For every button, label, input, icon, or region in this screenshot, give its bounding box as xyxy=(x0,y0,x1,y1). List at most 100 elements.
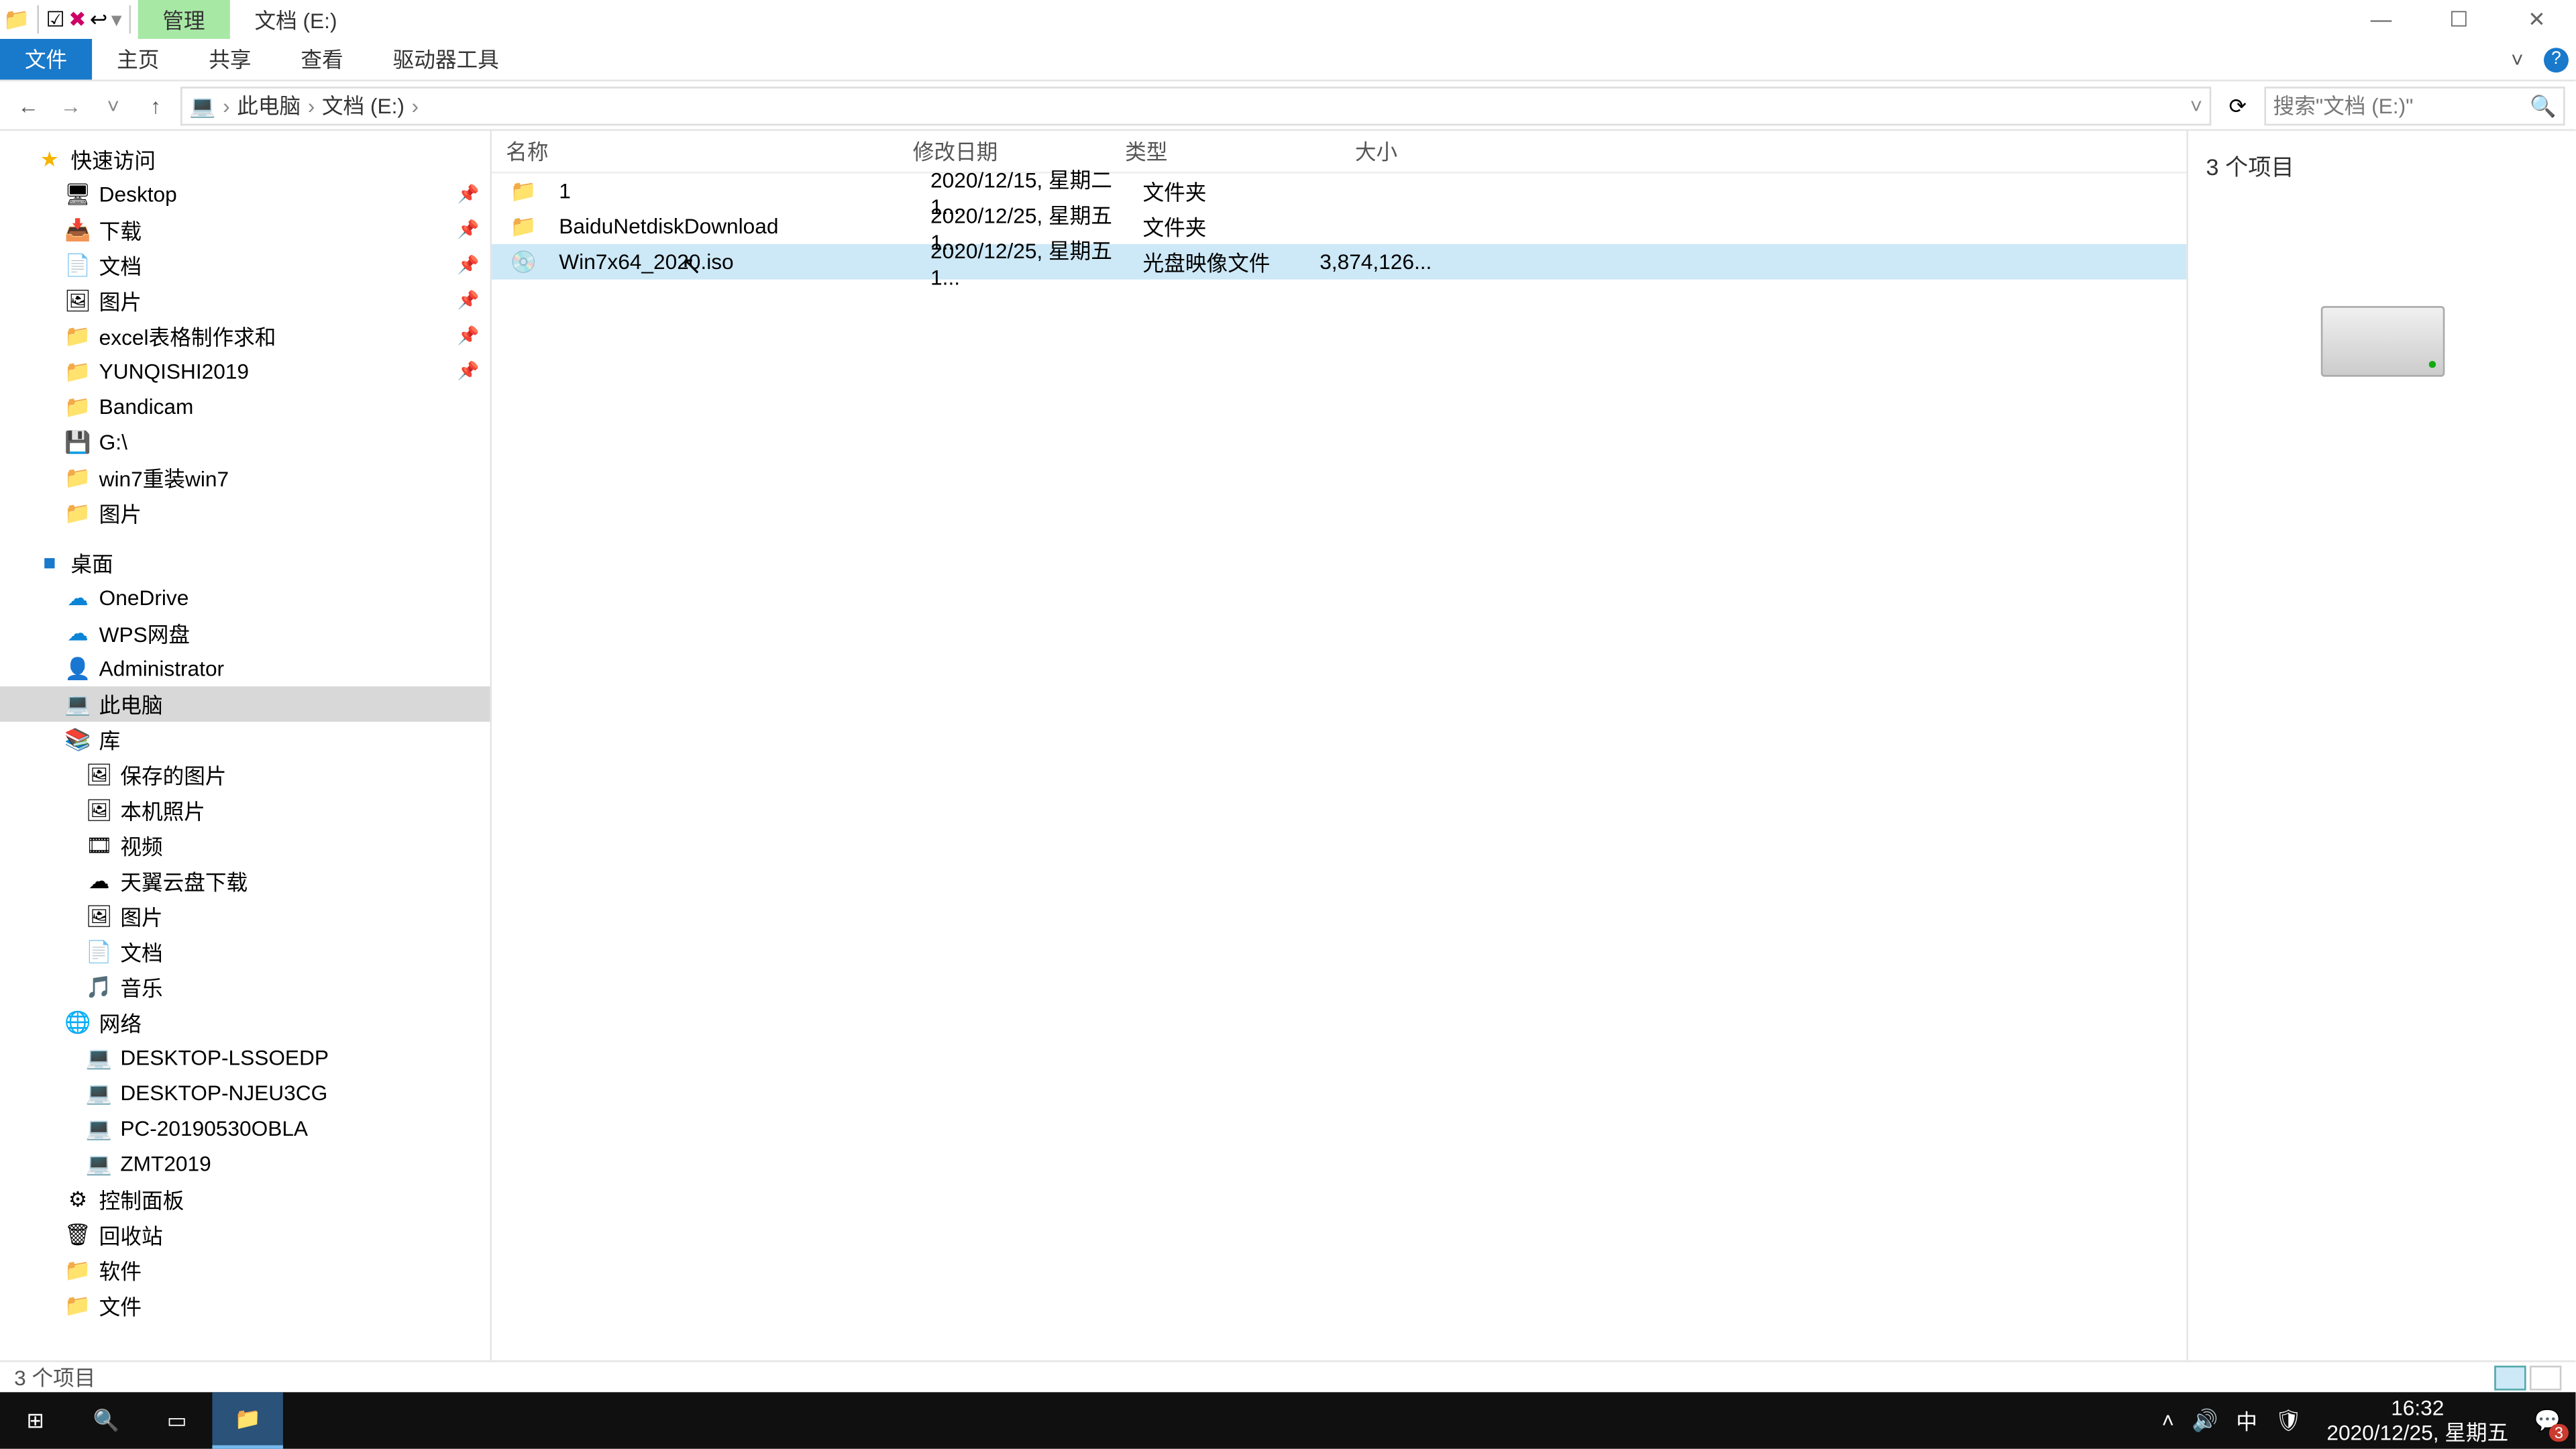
action-center-button[interactable]: 💬 3 xyxy=(2519,1392,2575,1448)
tray-ime-indicator[interactable]: 中 xyxy=(2236,1405,2257,1436)
help-icon[interactable]: ? xyxy=(2544,47,2569,72)
file-date: 2020/12/25, 星期五 1... xyxy=(916,234,1128,289)
tree-item[interactable]: 💻DESKTOP-NJEU3CG xyxy=(0,1075,490,1111)
breadcrumb[interactable]: 💻 › 此电脑 › 文档 (E:) › ˅ xyxy=(180,86,2211,125)
tree-item[interactable]: 🖼本机照片 xyxy=(0,792,490,828)
qat-undo-icon[interactable]: ↩ xyxy=(90,7,108,32)
file-row-selected[interactable]: 💿 Win7x64_2020.iso 2020/12/25, 星期五 1... … xyxy=(492,244,2186,280)
taskbar-explorer-button[interactable]: 📁 xyxy=(212,1392,282,1448)
nav-recent-chevron-icon[interactable]: ˅ xyxy=(95,93,131,117)
file-size: 3,874,126... xyxy=(1305,250,1430,274)
ribbon-tab-view[interactable]: 查看 xyxy=(276,39,368,80)
breadcrumb-pc-icon: 💻 xyxy=(189,93,215,117)
tree-quick-access[interactable]: ★ 快速访问 xyxy=(0,142,490,177)
tree-item[interactable]: ☁WPS网盘 xyxy=(0,616,490,651)
chevron-right-icon[interactable]: › xyxy=(304,93,318,117)
tree-item[interactable]: 📄文档 xyxy=(0,934,490,969)
tree-item[interactable]: 🖼图片📌 xyxy=(0,283,490,319)
tree-item[interactable]: 📁文件 xyxy=(0,1288,490,1324)
file-row[interactable]: 📁 1 2020/12/15, 星期二 1... 文件夹 xyxy=(492,173,2186,209)
column-date[interactable]: 修改日期 xyxy=(899,136,1111,166)
ribbon-tab-share[interactable]: 共享 xyxy=(184,39,276,80)
breadcrumb-segment[interactable]: 文档 (E:) xyxy=(322,90,405,120)
tree-item[interactable]: 💻DESKTOP-LSSOEDP xyxy=(0,1040,490,1076)
control-panel-icon: ⚙ xyxy=(64,1187,92,1212)
qat-customize-chevron-icon[interactable]: ▾ xyxy=(111,7,122,32)
ribbon-collapse-chevron-icon[interactable]: ˅ xyxy=(2511,47,2524,72)
file-list[interactable]: 名称 修改日期 类型 大小 📁 1 2020/12/15, 星期二 1... 文… xyxy=(492,131,2186,1360)
tree-item[interactable]: 🖼保存的图片 xyxy=(0,757,490,793)
minimize-button[interactable]: — xyxy=(2342,0,2420,39)
folder-icon: 📁 xyxy=(64,324,92,349)
task-view-button[interactable]: ▭ xyxy=(142,1392,212,1448)
column-size[interactable]: 大小 xyxy=(1288,136,1412,166)
desktop-icon: ■ xyxy=(36,550,64,575)
tree-item[interactable]: ⚙控制面板 xyxy=(0,1182,490,1218)
tree-item[interactable]: 🖼图片 xyxy=(0,899,490,934)
nav-up-button[interactable]: ↑ xyxy=(138,93,174,117)
qat-new-folder-icon[interactable]: ✖ xyxy=(68,7,87,32)
clock-time: 16:32 xyxy=(2326,1396,2508,1421)
navigation-tree[interactable]: ★ 快速访问 🖥Desktop📌 📥下载📌 📄文档📌 🖼图片📌 📁excel表格… xyxy=(0,131,492,1360)
tree-item[interactable]: 🎞视频 xyxy=(0,828,490,863)
qat-properties-icon[interactable]: ☑ xyxy=(46,7,64,32)
tree-label: 文档 xyxy=(120,936,162,967)
tree-item-network[interactable]: 🌐网络 xyxy=(0,1005,490,1040)
search-icon: 🔍 xyxy=(2530,93,2556,117)
tree-desktop-root[interactable]: ■ 桌面 xyxy=(0,545,490,580)
pin-icon: 📌 xyxy=(458,327,480,346)
tree-item[interactable]: 📁win7重装win7 xyxy=(0,460,490,496)
tray-volume-icon[interactable]: 🔊 xyxy=(2192,1408,2218,1433)
tree-item[interactable]: 📁图片 xyxy=(0,495,490,531)
tree-item[interactable]: 📁Bandicam xyxy=(0,389,490,425)
ribbon-tab-home[interactable]: 主页 xyxy=(92,39,184,80)
tree-item[interactable]: 📄文档📌 xyxy=(0,248,490,283)
desktop-icon: 🖥 xyxy=(64,182,92,207)
taskbar: ⊞ 🔍 ▭ 📁 ˄ 🔊 中 🛡 16:32 2020/12/25, 星期五 💬 … xyxy=(0,1392,2575,1448)
refresh-button[interactable]: ⟳ xyxy=(2218,93,2257,117)
breadcrumb-segment[interactable]: 此电脑 xyxy=(237,90,301,120)
ribbon-tab-file[interactable]: 文件 xyxy=(0,39,92,80)
downloads-icon: 📥 xyxy=(64,217,92,242)
tree-item[interactable]: 🗑回收站 xyxy=(0,1217,490,1252)
breadcrumb-dropdown-chevron-icon[interactable]: ˅ xyxy=(2190,93,2203,117)
search-input[interactable]: 搜索"文档 (E:)" 🔍 xyxy=(2264,86,2565,125)
tree-item[interactable]: 👤Administrator xyxy=(0,651,490,686)
close-button[interactable]: ✕ xyxy=(2498,0,2575,39)
search-button[interactable]: 🔍 xyxy=(70,1392,141,1448)
tree-item[interactable]: 💻PC-20190530OBLA xyxy=(0,1111,490,1146)
pictures-icon: 🖼 xyxy=(64,288,92,313)
tree-item[interactable]: 📁软件 xyxy=(0,1252,490,1288)
tree-item[interactable]: 📁YUNQISHI2019📌 xyxy=(0,354,490,389)
nav-back-button[interactable]: ← xyxy=(11,93,46,117)
view-details-button[interactable] xyxy=(2494,1364,2526,1389)
maximize-button[interactable]: ☐ xyxy=(2420,0,2498,39)
tree-item[interactable]: 📥下载📌 xyxy=(0,212,490,248)
chevron-right-icon[interactable]: › xyxy=(408,93,422,117)
ribbon-tab-drive[interactable]: 驱动器工具 xyxy=(368,39,524,80)
tree-item[interactable]: ☁OneDrive xyxy=(0,580,490,616)
tree-item[interactable]: ☁天翼云盘下载 xyxy=(0,863,490,899)
chevron-right-icon[interactable]: › xyxy=(219,93,233,117)
start-button[interactable]: ⊞ xyxy=(0,1392,70,1448)
tree-item[interactable]: 🖥Desktop📌 xyxy=(0,177,490,213)
tree-item[interactable]: 🎵音乐 xyxy=(0,969,490,1005)
tree-item[interactable]: 📁excel表格制作求和📌 xyxy=(0,319,490,354)
column-name[interactable]: 名称 xyxy=(492,136,899,166)
folder-icon: 📁 xyxy=(64,359,92,384)
tree-item[interactable]: 💾G:\ xyxy=(0,425,490,460)
tray-security-icon[interactable]: 🛡 xyxy=(2275,1408,2302,1433)
column-type[interactable]: 类型 xyxy=(1111,136,1288,166)
tree-label: 视频 xyxy=(120,830,162,861)
nav-forward-button[interactable]: → xyxy=(53,93,89,117)
file-row[interactable]: 📁 BaiduNetdiskDownload 2020/12/25, 星期五 1… xyxy=(492,209,2186,244)
contextual-tab[interactable]: 管理 xyxy=(138,0,229,39)
view-large-icons-button[interactable] xyxy=(2530,1364,2561,1389)
tree-item-this-pc[interactable]: 💻此电脑 xyxy=(0,686,490,722)
tree-item-libraries[interactable]: 📚库 xyxy=(0,722,490,757)
taskbar-clock[interactable]: 16:32 2020/12/25, 星期五 xyxy=(2316,1396,2520,1446)
tray-chevron-up-icon[interactable]: ˄ xyxy=(2162,1408,2175,1433)
documents-icon: 📄 xyxy=(64,253,92,278)
tree-item[interactable]: 💻ZMT2019 xyxy=(0,1146,490,1182)
tree-label: 图片 xyxy=(99,498,142,528)
